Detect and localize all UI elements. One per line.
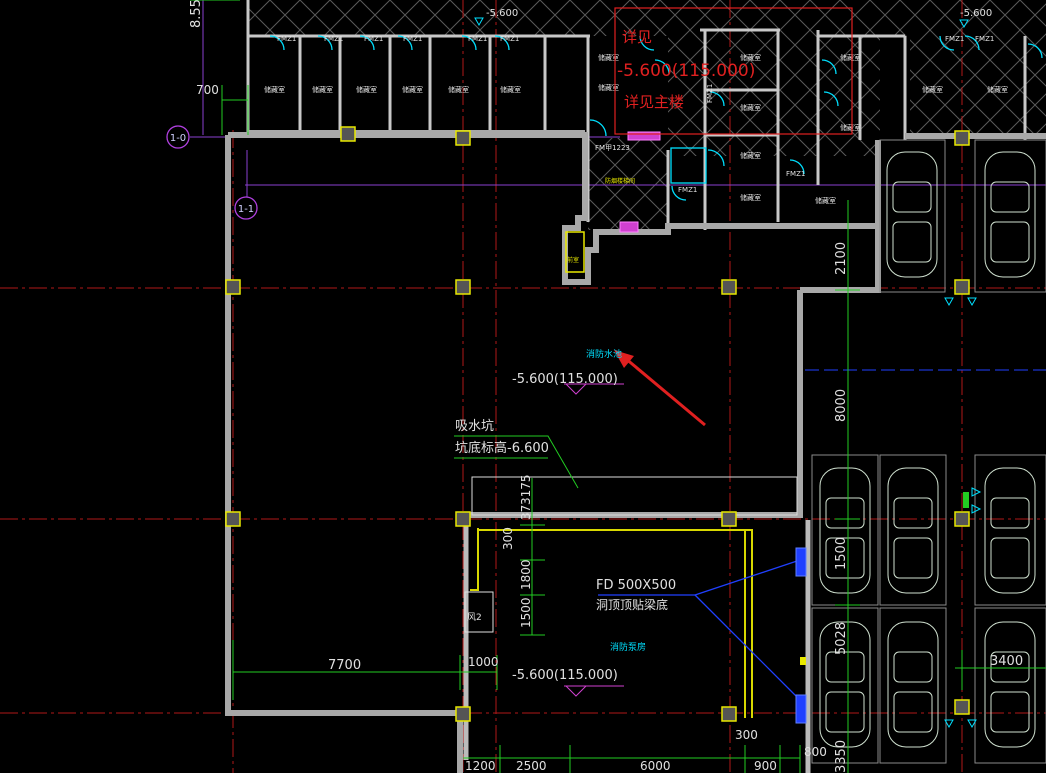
svg-text:储藏室: 储藏室	[815, 196, 836, 205]
elev-pump: -5.600(115.000)	[512, 668, 618, 683]
dim-3400: 3400	[990, 654, 1023, 669]
svg-text:FMZ1: FMZ1	[678, 186, 697, 194]
cad-drawing-canvas[interactable]: FMZ1 FMZ1 FMZ1 FMZ1 FMZ1 FMZ1 FMZ1 FMZ1 储藏室储…	[0, 0, 1046, 773]
svg-text:FMZ1: FMZ1	[500, 35, 519, 43]
dim-800: 800	[804, 745, 827, 759]
svg-text:FMZ1: FMZ1	[324, 35, 343, 43]
dim-37: 37	[519, 505, 533, 520]
svg-text:储藏室: 储藏室	[500, 85, 521, 94]
fd-markers	[795, 547, 807, 724]
svg-text:储藏室: 储藏室	[598, 83, 619, 92]
svg-text:FMZ1: FMZ1	[786, 170, 805, 178]
elev-top-right: -5.600	[960, 8, 992, 19]
svg-text:FMZ1: FMZ1	[945, 35, 964, 43]
svg-text:FM甲1223: FM甲1223	[595, 144, 630, 152]
shaft-box-2	[464, 591, 494, 633]
fd-label-1: FD 500X500	[596, 578, 676, 593]
fd-label-2: 洞顶顶贴梁底	[596, 597, 668, 612]
elev-top-left: -5.600	[486, 8, 518, 19]
dim-1500-v: 1500	[834, 537, 849, 570]
svg-text:储藏室: 储藏室	[740, 193, 761, 202]
dim-6000: 6000	[640, 759, 671, 773]
svg-text:储藏室: 储藏室	[356, 85, 377, 94]
svg-text:储藏室: 储藏室	[840, 123, 861, 132]
dim-1000: 1000	[468, 655, 499, 669]
svg-text:FMZ1: FMZ1	[364, 35, 383, 43]
dim-3175: 3175	[519, 474, 533, 505]
red-overlay-text-1: 详见	[622, 28, 652, 46]
svg-text:FMZ1: FMZ1	[468, 35, 487, 43]
svg-text:储藏室: 储藏室	[402, 85, 423, 94]
svg-text:储藏室: 储藏室	[740, 103, 761, 112]
svg-text:储藏室: 储藏室	[987, 85, 1008, 94]
svg-text:储藏室: 储藏室	[312, 85, 333, 94]
shaft-tag: 风2	[467, 612, 482, 623]
dim-2100: 2100	[834, 242, 849, 275]
svg-text:FMZ1: FMZ1	[403, 35, 422, 43]
dim-5028: 5028	[834, 622, 849, 655]
svg-text:储藏室: 储藏室	[598, 53, 619, 62]
red-overlay-text-2: -5.600(115.000)	[617, 61, 755, 81]
axis-label-1-0: 1-0	[170, 133, 186, 144]
svg-text:FMZ1: FMZ1	[277, 35, 296, 43]
svg-text:储藏室: 储藏室	[840, 53, 861, 62]
elev-main: -5.600(115.000)	[512, 372, 618, 387]
dim-1500-l: 1500	[519, 597, 533, 628]
pit-label-2: 坑底标高-6.600	[455, 440, 549, 456]
parking-stalls	[811, 139, 1046, 764]
dim-1800: 1800	[519, 559, 533, 590]
dim-300-l: 300	[501, 527, 515, 550]
red-arrow	[614, 350, 706, 427]
yellow-tag	[800, 657, 806, 665]
shaft-yellow-tag: 前室	[567, 256, 579, 264]
dim-1200: 1200	[465, 759, 496, 773]
dim-2500: 2500	[516, 759, 547, 773]
svg-text:储藏室: 储藏室	[740, 151, 761, 160]
dim-900: 900	[754, 759, 777, 773]
svg-text:储藏室: 储藏室	[922, 85, 943, 94]
axis-label-1-1: 1-1	[238, 204, 254, 215]
dim-700: 700	[196, 83, 219, 97]
shaft-box	[565, 231, 585, 273]
lift-lobby-tag: 防烟楼梯间	[605, 177, 635, 185]
dim-3350: 3350	[834, 740, 849, 773]
dim-7700: 7700	[328, 658, 361, 673]
pit-label-1: 吸水坑	[455, 419, 494, 434]
svg-text:储藏室: 储藏室	[264, 85, 285, 94]
red-overlay-text-3: 详见主楼	[624, 93, 684, 111]
svg-text:FMZ1: FMZ1	[975, 35, 994, 43]
pump-room-yellow-wall	[470, 528, 753, 718]
dim-300-b: 300	[735, 728, 758, 742]
dim-8000: 8000	[834, 389, 849, 422]
pump-label: 消防泵房	[610, 641, 646, 653]
svg-text:储藏室: 储藏室	[448, 85, 469, 94]
pool-label: 消防水池	[586, 348, 622, 360]
dim-top-cut: 8.55	[189, 0, 204, 28]
green-marker	[963, 492, 969, 508]
svg-text:FMZ1: FMZ1	[706, 84, 714, 103]
